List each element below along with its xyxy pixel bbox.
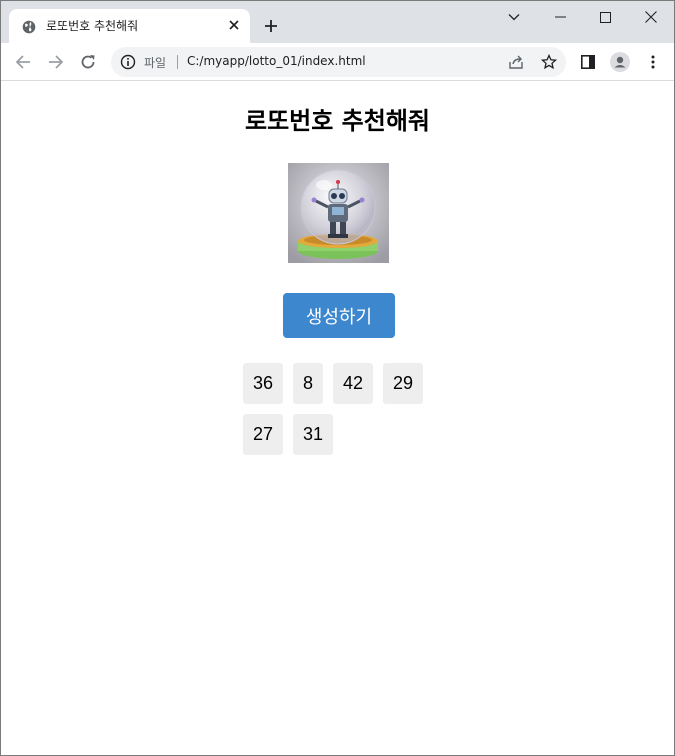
generate-button[interactable]: 생성하기	[283, 293, 395, 338]
window-close-icon[interactable]	[628, 1, 674, 33]
page-content: 로또번호 추천해줘 생성하기 36 8 42 29 27 31	[1, 82, 674, 755]
tab-title: 로또번호 추천해줘	[46, 19, 139, 33]
toolbar: 파일 C:/myapp/lotto_01/index.html	[1, 43, 674, 81]
forward-icon[interactable]	[44, 50, 68, 74]
browser-window: 로또번호 추천해줘 파일 C:/myapp/lotto_01/index.htm…	[0, 0, 675, 756]
back-icon[interactable]	[11, 50, 35, 74]
divider	[177, 55, 178, 69]
globe-icon	[22, 19, 36, 34]
url-text[interactable]: C:/myapp/lotto_01/index.html	[187, 54, 366, 68]
lotto-number: 31	[293, 414, 333, 455]
chevron-down-icon[interactable]	[491, 1, 537, 33]
lotto-number: 29	[383, 363, 423, 404]
lotto-number: 36	[243, 363, 283, 404]
profile-icon[interactable]	[610, 52, 630, 72]
star-icon[interactable]	[540, 53, 558, 70]
reload-icon[interactable]	[76, 50, 100, 74]
maximize-icon[interactable]	[582, 1, 628, 33]
scheme-label: 파일	[144, 56, 167, 70]
tab-bar: 로또번호 추천해줘	[1, 1, 674, 43]
lotto-number: 8	[293, 363, 323, 404]
lotto-number: 42	[333, 363, 373, 404]
menu-icon[interactable]	[643, 52, 663, 72]
minimize-icon[interactable]	[537, 1, 583, 33]
lotto-number: 27	[243, 414, 283, 455]
tab-active[interactable]: 로또번호 추천해줘	[9, 9, 250, 43]
plus-icon[interactable]	[260, 15, 282, 37]
close-icon[interactable]	[226, 17, 242, 33]
share-icon[interactable]	[508, 54, 524, 70]
side-panel-icon[interactable]	[578, 52, 598, 72]
robot-snowglobe-image	[288, 163, 389, 263]
info-icon[interactable]	[120, 54, 136, 70]
address-bar[interactable]: 파일 C:/myapp/lotto_01/index.html	[111, 47, 566, 77]
page-title: 로또번호 추천해줘	[245, 107, 430, 135]
